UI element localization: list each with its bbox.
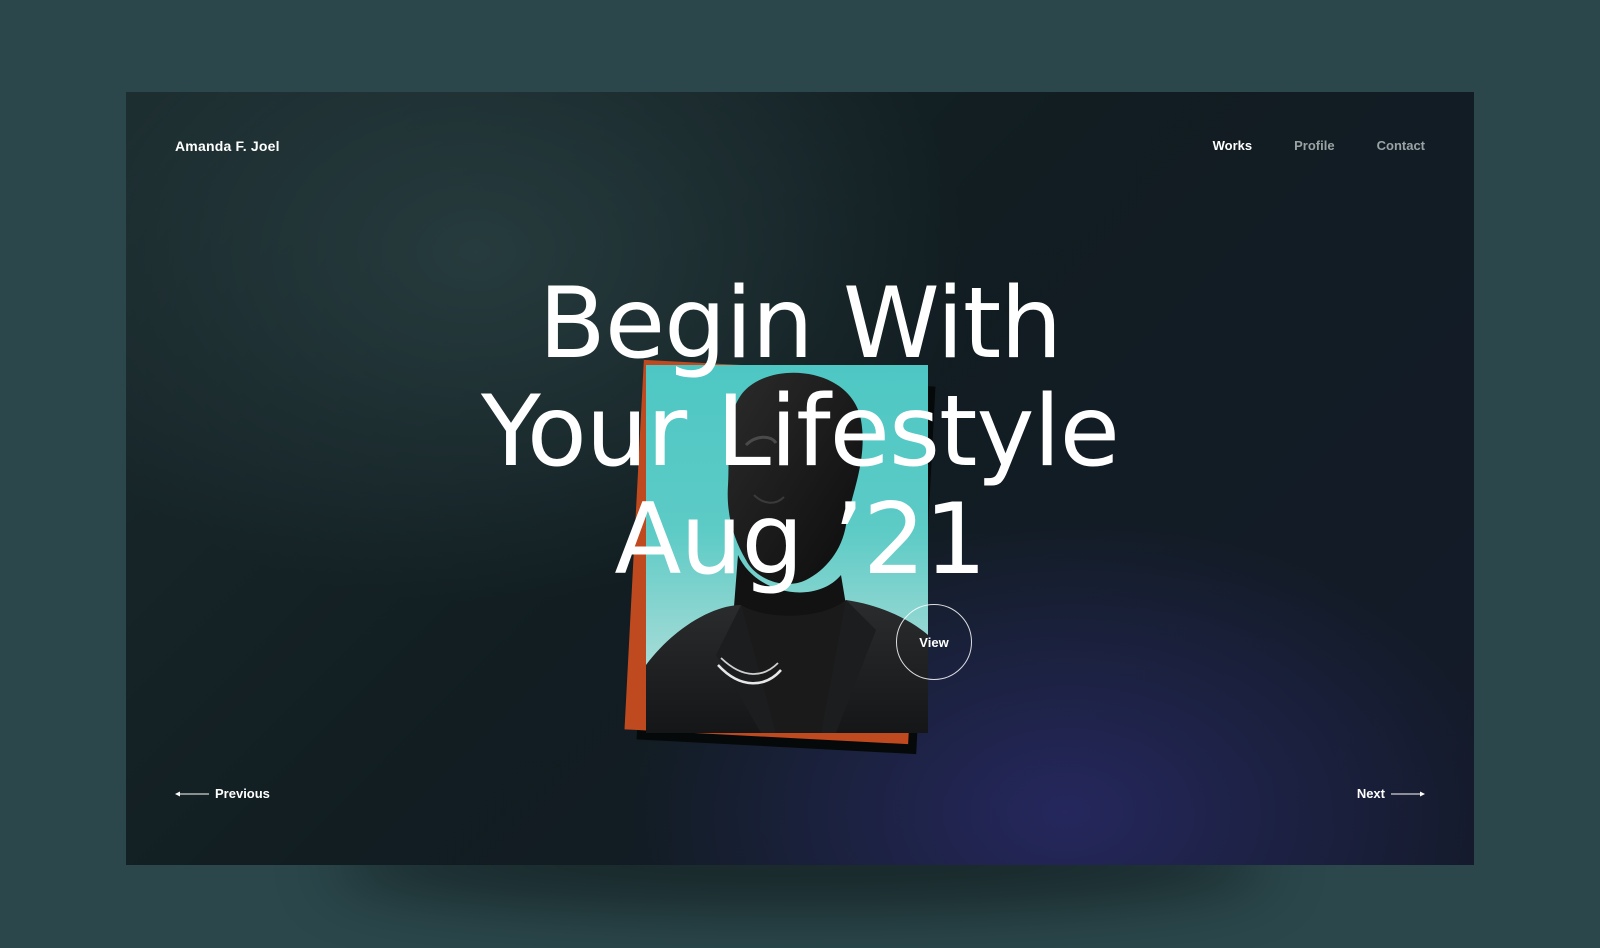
- portrait-photo: [646, 365, 928, 733]
- previous-button[interactable]: Previous: [175, 786, 270, 801]
- nav-item-works[interactable]: Works: [1213, 138, 1253, 153]
- arrow-left-icon: [175, 790, 209, 798]
- view-button[interactable]: View: [896, 604, 972, 680]
- featured-photo[interactable]: [624, 357, 936, 755]
- previous-label: Previous: [215, 786, 270, 801]
- portfolio-hero-card: Amanda F. Joel Works Profile Contact Beg…: [126, 92, 1474, 865]
- main-nav: Works Profile Contact: [1213, 138, 1425, 153]
- portrait-illustration: [646, 372, 928, 733]
- brand-name[interactable]: Amanda F. Joel: [175, 138, 280, 154]
- nav-item-contact[interactable]: Contact: [1377, 138, 1425, 153]
- next-button[interactable]: Next: [1357, 786, 1425, 801]
- next-label: Next: [1356, 786, 1385, 801]
- arrow-right-icon: [1391, 790, 1425, 798]
- nav-item-profile[interactable]: Profile: [1294, 138, 1334, 153]
